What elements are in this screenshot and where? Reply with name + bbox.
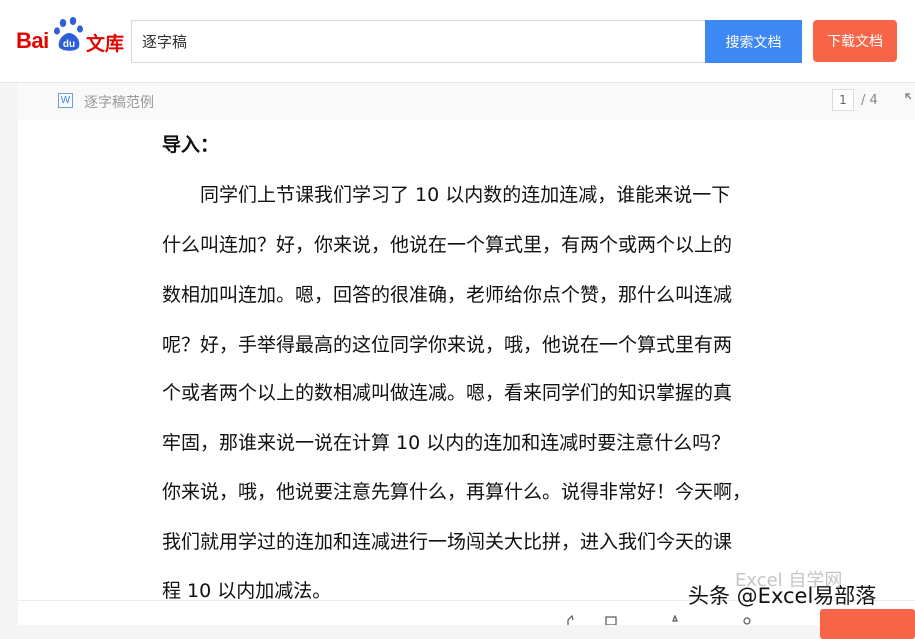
search-input[interactable] [131,20,705,63]
paragraph-line: 程 10 以内加减法。 [162,580,332,602]
paragraph-line: 数相加叫连加。嗯，回答的很准确，老师给你点个赞，那什么叫连减 [162,284,733,306]
logo-text-bai: Bai [16,28,49,53]
paragraph-line: 牢固，那谁来说一说在计算 10 以内的连加和连减时要注意什么吗？ [162,432,731,454]
paw-icon: du [54,17,83,51]
logo-paw-text: du [63,39,75,50]
word-file-icon: W [58,93,73,108]
paragraph-line: 呢？好，手举得最高的这位同学你来说，哦，他说在一个算式里有两 [162,334,733,356]
document-title: 逐字稿范例 [84,95,154,111]
bottom-download-button[interactable] [820,609,915,639]
paragraph-line: 你来说，哦，他说要注意先算什么，再算什么。说得非常好！今天啊， [162,481,752,503]
paragraph-line: 同学们上节课我们学习了 10 以内数的连加连减，谁能来说一下 [162,184,731,206]
expand-icon[interactable] [904,92,915,106]
logo-text-wenku: 文库 [86,33,125,55]
download-button[interactable]: 下载文档 [813,20,897,62]
document-toolbar: W 逐字稿范例 1 / 4 [18,83,915,120]
paragraph-line: 个或者两个以上的数相减叫做连减。嗯，看来同学们的知识掌握的真 [162,382,733,404]
top-header: Bai du 文库 搜索文档 下载文档 [0,0,915,83]
baidu-wenku-logo[interactable]: Bai du 文库 [16,16,126,56]
watermark-text: 头条 @Excel易部落 [688,584,877,608]
page-total: / 4 [861,93,878,108]
search-button[interactable]: 搜索文档 [705,20,802,63]
section-heading: 导入： [162,134,220,156]
paragraph-line: 我们就用学过的连加和连减进行一场闯关大比拼，进入我们今天的课 [162,531,733,553]
paragraph-line: 什么叫连加？好，你来说，他说在一个算式里，有两个或两个以上的 [162,234,733,256]
document-page: 导入： 同学们上节课我们学习了 10 以内数的连加连减，谁能来说一下 什么叫连加… [18,120,915,602]
page-number-input[interactable]: 1 [832,89,854,111]
